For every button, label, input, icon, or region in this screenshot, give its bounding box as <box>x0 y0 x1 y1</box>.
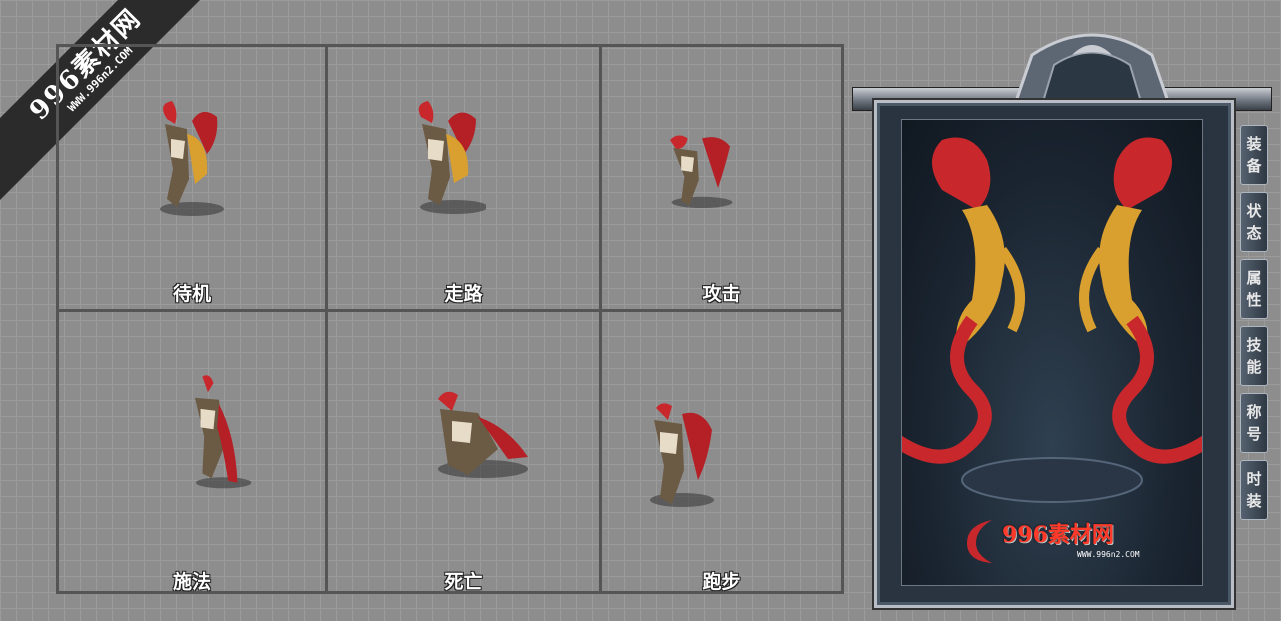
tab-skills[interactable]: 技能 <box>1240 326 1268 386</box>
cell-idle[interactable]: 待机 <box>59 47 325 309</box>
tab-char: 技 <box>1246 336 1262 354</box>
tab-char: 属 <box>1246 269 1262 287</box>
idle-sprite <box>160 101 224 216</box>
tab-char: 装 <box>1246 492 1262 510</box>
site-logo: 996素材网 WWW.996n2.COM <box>962 515 1162 575</box>
cast-sprite <box>195 375 252 489</box>
tab-char: 号 <box>1246 425 1262 443</box>
tab-char: 称 <box>1246 403 1262 421</box>
logo-title: 996素材网 <box>1002 522 1114 548</box>
walk-sprite <box>418 101 486 214</box>
tab-char: 装 <box>1246 135 1262 153</box>
action-label-death: 死亡 <box>444 571 483 593</box>
character-window: 装备 状态 属性 技能 称号 时装 996素材网 WWW.996n2.COM <box>852 25 1272 610</box>
cell-attack[interactable]: 攻击 <box>602 47 841 309</box>
tab-status[interactable]: 状态 <box>1240 192 1268 252</box>
cell-cast[interactable]: 施法 <box>59 312 325 594</box>
logo-emblem <box>967 520 992 563</box>
action-label-attack: 攻击 <box>702 283 741 305</box>
tab-char: 能 <box>1246 358 1262 376</box>
tab-equipment[interactable]: 装备 <box>1240 125 1268 185</box>
cell-run[interactable]: 跑步 <box>602 312 841 594</box>
action-label-run: 跑步 <box>702 571 741 593</box>
tab-attributes[interactable]: 属性 <box>1240 259 1268 319</box>
death-sprite <box>438 391 528 478</box>
action-label-idle: 待机 <box>172 283 211 305</box>
tab-char: 时 <box>1246 470 1262 488</box>
tab-titles[interactable]: 称号 <box>1240 393 1268 453</box>
animation-grid: 待机 走路 攻击 施法 死亡 跑步 <box>56 44 844 594</box>
cell-walk[interactable]: 走路 <box>328 47 599 309</box>
action-label-walk: 走路 <box>444 283 483 305</box>
logo-url: WWW.996n2.COM <box>1077 550 1140 559</box>
tab-fashion[interactable]: 时装 <box>1240 460 1268 520</box>
attack-sprite <box>670 135 733 208</box>
tab-char: 状 <box>1246 202 1262 220</box>
side-tab-bar: 装备 状态 属性 技能 称号 时装 <box>1240 125 1268 527</box>
tab-char: 备 <box>1246 157 1262 175</box>
tab-char: 态 <box>1246 224 1262 242</box>
action-label-cast: 施法 <box>172 571 211 593</box>
cell-death[interactable]: 死亡 <box>328 312 599 594</box>
tab-char: 性 <box>1246 291 1262 309</box>
run-sprite <box>650 403 714 507</box>
